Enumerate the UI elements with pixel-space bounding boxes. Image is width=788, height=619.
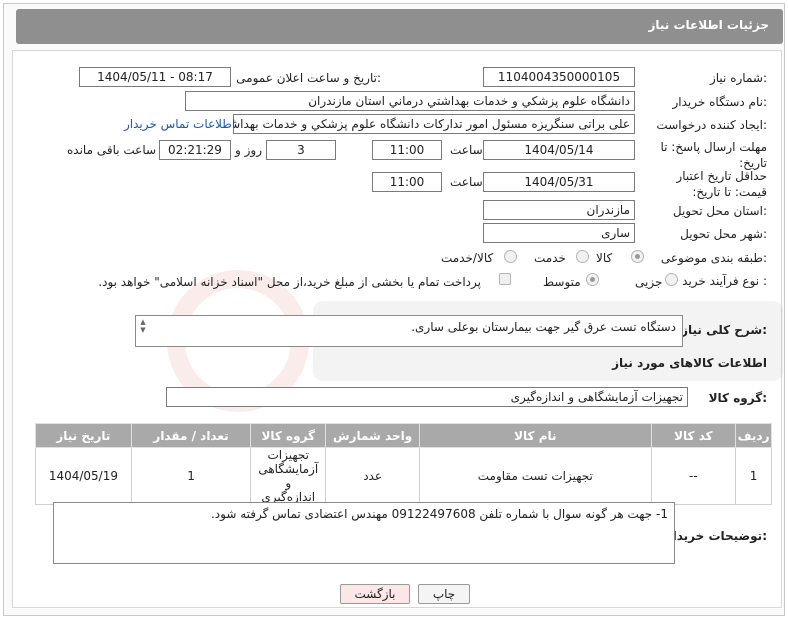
col-need-date: تاریخ نیاز [35,423,132,448]
need-number-field: 1104004350000105 [483,67,635,87]
cell-item-code: -- [650,447,737,505]
buyer-notes-text: 1- جهت هر گونه سوال با شماره تلفن 091224… [210,507,668,521]
requester-label: ایجاد کننده درخواست: [656,118,767,132]
requester-field: علی براتی سنگریزه مسئول امور تداركات دان… [233,114,635,134]
category-label: طبقه بندی موضوعی: [660,251,767,265]
print-button[interactable]: چاپ [418,584,470,604]
goods-table-header: ردیف کد کالا نام کالا واحد شمارش گروه کا… [35,423,772,448]
back-button[interactable]: بازگشت [340,584,410,604]
col-unit: واحد شمارش [325,423,420,448]
scroll-arrows-icon[interactable]: ▲ ▼ [138,318,148,336]
price-validity-time-label: ساعت [450,175,483,189]
remaining-time-field: 02:21:29 [159,140,231,160]
category-radio-goods-service[interactable] [504,250,517,263]
category-option-service: خدمت [534,251,566,265]
table-row: 1 -- تجهیزات تست مقاومت عدد تجهیزات آزما… [35,447,772,505]
col-item-name: نام کالا [418,423,652,448]
city-label: شهر محل تحویل: [680,227,767,241]
page-header: جزئیات اطلاعات نیاز [16,9,783,44]
cell-quantity: 1 [130,447,252,505]
cell-need-date: 1404/05/19 [35,447,132,505]
purchase-type-option-minor: جزیی [635,275,663,289]
cell-unit: عدد [325,447,420,505]
purchase-type-radio-medium[interactable] [586,273,599,286]
buyer-notes-textarea[interactable]: 1- جهت هر گونه سوال با شماره تلفن 091224… [53,502,675,564]
reply-deadline-date-field: 1404/05/14 [483,140,635,160]
province-field: مازندران [483,200,635,220]
goods-group-field: تجهیزات آزمایشگاهی و اندازه‌گیری [166,387,688,407]
city-field: ساری [483,223,635,243]
goods-group-label: گروه کالا: [708,391,767,405]
goods-table: ردیف کد کالا نام کالا واحد شمارش گروه کا… [35,423,772,505]
reply-days-label: روز و [235,143,262,157]
reply-deadline-time-label: ساعت [450,143,483,157]
treasury-payment-checkbox[interactable] [499,273,511,285]
purchase-type-label: نوع فرآیند خرید : [682,274,767,288]
province-label: استان محل تحویل: [672,204,767,218]
category-radio-service[interactable] [576,250,589,263]
category-radio-goods[interactable] [631,250,644,263]
purchase-type-option-medium: متوسط [543,275,581,289]
cell-item-name: تجهیزات تست مقاومت [418,447,652,505]
category-option-goods-service: کالا/خدمت [441,251,494,265]
col-item-code: کد کالا [650,423,737,448]
need-number-label: شماره نیاز: [709,71,767,85]
announce-datetime-label: تاریخ و ساعت اعلان عمومی: [236,71,381,85]
reply-deadline-label: مهلت ارسال پاسخ: تا تاریخ: [660,140,767,170]
price-validity-date-field: 1404/05/31 [483,172,635,192]
treasury-payment-note: پرداخت تمام یا بخشی از مبلغ خرید،از محل … [98,275,481,289]
col-quantity: تعداد / مقدار [130,423,252,448]
price-validity-label: حداقل تاریخ اعتبار قیمت: تا تاریخ: [676,169,767,199]
description-label: شرح کلی نیاز: [681,323,767,337]
goods-section-title: اطلاعات کالاهای مورد نیاز [612,356,767,370]
remaining-time-label: ساعت باقی مانده [67,143,157,157]
buyer-contact-link[interactable]: اطلاعات تماس خریدار [124,117,235,131]
buyer-org-field: دانشگاه علوم پزشکي و خدمات بهداشتي درمان… [185,91,635,111]
cell-row-number: 1 [735,447,772,505]
col-item-group: گروه کالا [250,423,327,448]
description-textarea[interactable]: ▲ ▼ دستگاه تست عرق گیر جهت بیمارستان بوعل… [135,315,683,347]
category-option-goods: کالا [596,251,613,265]
reply-deadline-time-field: 11:00 [372,140,442,160]
purchase-type-radio-minor[interactable] [665,273,678,286]
buyer-org-label: نام دستگاه خریدار: [672,95,768,109]
announce-datetime-field: 1404/05/11 - 08:17 [79,67,231,87]
price-validity-time-field: 11:00 [372,172,442,192]
reply-days-field: 3 [266,140,336,160]
cell-item-group: تجهیزات آزمایشگاهی و اندازه‌گیری [250,447,327,505]
buyer-notes-label: توضیحات خریدار: [665,529,767,543]
description-text: دستگاه تست عرق گیر جهت بیمارستان بوعلی س… [411,320,676,334]
page-title: جزئیات اطلاعات نیاز [648,18,769,32]
details-panel: شماره نیاز: 1104004350000105 تاریخ و ساع… [12,50,783,608]
col-row-number: ردیف [735,423,772,448]
